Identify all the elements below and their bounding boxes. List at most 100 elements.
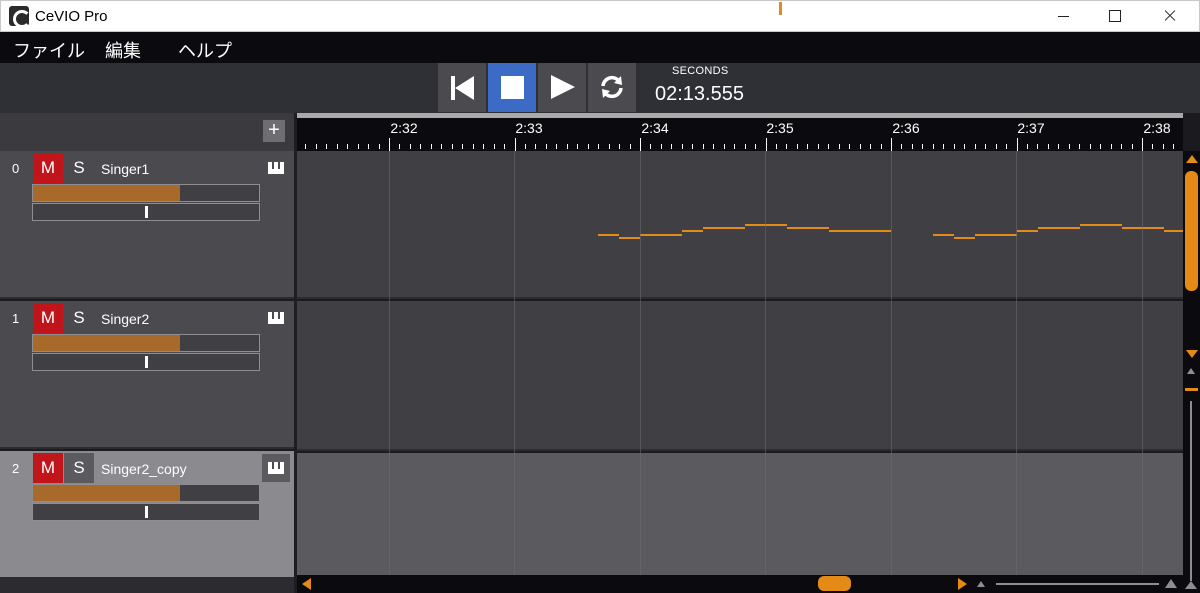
ruler-tick bbox=[943, 144, 944, 149]
ruler-tick bbox=[964, 144, 965, 149]
ruler-tick bbox=[619, 144, 620, 149]
track-list-header bbox=[0, 113, 294, 151]
piano-roll-icon[interactable] bbox=[262, 304, 290, 332]
piano-roll-icon[interactable] bbox=[262, 454, 290, 482]
ruler-tick bbox=[399, 144, 400, 149]
vertical-zoom-track[interactable] bbox=[1190, 401, 1192, 581]
pitch-segment[interactable] bbox=[745, 224, 787, 226]
horizontal-zoom-track[interactable] bbox=[996, 583, 1159, 585]
loop-button[interactable] bbox=[588, 63, 636, 112]
minimize-button[interactable] bbox=[1041, 1, 1087, 31]
pitch-segment[interactable] bbox=[954, 237, 975, 239]
h-zoom-in-icon[interactable] bbox=[1165, 579, 1177, 588]
pitch-segment[interactable] bbox=[787, 227, 829, 229]
pan-slider[interactable] bbox=[32, 353, 260, 371]
pan-thumb[interactable] bbox=[145, 356, 148, 368]
pitch-segment[interactable] bbox=[1017, 230, 1038, 232]
scroll-left-icon[interactable] bbox=[302, 578, 311, 590]
time-display[interactable]: 02:13.555 bbox=[655, 83, 744, 106]
ruler-tick-label: 2:37 bbox=[1017, 120, 1045, 136]
horizontal-zoom-thumb[interactable] bbox=[779, 2, 782, 15]
ruler-tick bbox=[661, 144, 662, 149]
ruler-tick bbox=[1152, 144, 1153, 149]
ruler-tick bbox=[755, 144, 756, 149]
ruler-tick bbox=[389, 138, 390, 151]
piano-roll-icon[interactable] bbox=[262, 154, 290, 182]
pitch-segment[interactable] bbox=[598, 234, 619, 236]
pan-slider[interactable] bbox=[32, 203, 260, 221]
play-button[interactable] bbox=[538, 63, 586, 112]
horizontal-scrollbar[interactable] bbox=[297, 575, 1183, 593]
ruler-tick-label: 2:36 bbox=[892, 120, 920, 136]
ruler-tick bbox=[1173, 144, 1174, 149]
zoom-out-icon[interactable] bbox=[1185, 581, 1197, 589]
mute-button[interactable]: M bbox=[33, 153, 63, 183]
vertical-scroll-thumb[interactable] bbox=[1185, 171, 1198, 291]
track-lane[interactable] bbox=[297, 453, 1183, 575]
pan-thumb[interactable] bbox=[145, 206, 148, 218]
ruler-tick bbox=[692, 144, 693, 149]
scroll-down-icon[interactable] bbox=[1186, 350, 1198, 358]
mute-button[interactable]: M bbox=[33, 453, 63, 483]
ruler-tick bbox=[556, 144, 557, 149]
track-row[interactable]: 1 M S Singer2 bbox=[0, 301, 294, 449]
volume-slider[interactable] bbox=[32, 484, 260, 502]
vertical-zoom-thumb[interactable] bbox=[1185, 388, 1198, 391]
ruler-tick bbox=[1132, 144, 1133, 149]
pan-slider[interactable] bbox=[32, 503, 260, 521]
ruler-tick bbox=[598, 144, 599, 149]
grid-line bbox=[1016, 151, 1017, 575]
solo-button[interactable]: S bbox=[64, 453, 94, 483]
track-name[interactable]: Singer1 bbox=[101, 161, 149, 177]
time-ruler[interactable]: 2:32 2:33 2:34 2:35 2:36 2:37 2:38 bbox=[297, 113, 1183, 151]
track-row[interactable]: 0 M S Singer1 bbox=[0, 151, 294, 299]
h-zoom-out-icon[interactable] bbox=[977, 581, 985, 587]
track-lane[interactable] bbox=[297, 301, 1183, 451]
timeline-grid[interactable] bbox=[297, 151, 1183, 575]
menu-help[interactable]: ヘルプ bbox=[178, 37, 232, 63]
pitch-segment[interactable] bbox=[703, 227, 745, 229]
pitch-segment[interactable] bbox=[1164, 230, 1183, 232]
pan-thumb[interactable] bbox=[145, 506, 148, 518]
solo-button[interactable]: S bbox=[64, 153, 94, 183]
track-lane[interactable] bbox=[297, 151, 1183, 299]
volume-slider[interactable] bbox=[32, 334, 260, 352]
zoom-in-icon[interactable] bbox=[1187, 368, 1195, 374]
pitch-segment[interactable] bbox=[1080, 224, 1122, 226]
scroll-up-icon[interactable] bbox=[1186, 155, 1198, 163]
pitch-segment[interactable] bbox=[933, 234, 954, 236]
pitch-segment[interactable] bbox=[1122, 227, 1164, 229]
ruler-tick bbox=[420, 144, 421, 149]
menu-bar: ファイル 編集 ヘルプ bbox=[0, 32, 1200, 63]
rewind-button[interactable] bbox=[438, 63, 486, 112]
volume-slider[interactable] bbox=[32, 184, 260, 202]
ruler-tick bbox=[1027, 144, 1028, 149]
menu-edit[interactable]: 編集 bbox=[105, 37, 141, 63]
scroll-right-icon[interactable] bbox=[958, 578, 967, 590]
pitch-segment[interactable] bbox=[1038, 227, 1080, 229]
add-track-button[interactable]: + bbox=[263, 120, 285, 142]
track-index: 1 bbox=[12, 311, 20, 326]
maximize-button[interactable] bbox=[1091, 1, 1137, 31]
close-button[interactable] bbox=[1147, 1, 1193, 31]
menu-file[interactable]: ファイル bbox=[13, 37, 85, 63]
vertical-scrollbar[interactable] bbox=[1183, 151, 1200, 593]
mute-button[interactable]: M bbox=[33, 303, 63, 333]
track-name[interactable]: Singer2 bbox=[101, 311, 149, 327]
horizontal-scroll-thumb[interactable] bbox=[818, 576, 851, 591]
play-icon bbox=[551, 75, 575, 99]
pitch-segment[interactable] bbox=[682, 230, 703, 232]
time-unit-label[interactable]: SECONDS bbox=[672, 65, 729, 77]
track-name[interactable]: Singer2_copy bbox=[101, 461, 187, 477]
pitch-segment[interactable] bbox=[975, 234, 1017, 236]
track-row[interactable]: 2 M S Singer2_copy bbox=[0, 451, 294, 577]
stop-button[interactable] bbox=[488, 63, 536, 112]
ruler-tick bbox=[1069, 144, 1070, 149]
ruler-tick bbox=[609, 144, 610, 149]
solo-button[interactable]: S bbox=[64, 303, 94, 333]
pitch-segment[interactable] bbox=[640, 234, 682, 236]
pitch-segment[interactable] bbox=[619, 237, 640, 239]
pitch-segment[interactable] bbox=[829, 230, 891, 232]
ruler-tick bbox=[515, 138, 516, 151]
title-bar: CeVIO Pro bbox=[0, 0, 1200, 32]
